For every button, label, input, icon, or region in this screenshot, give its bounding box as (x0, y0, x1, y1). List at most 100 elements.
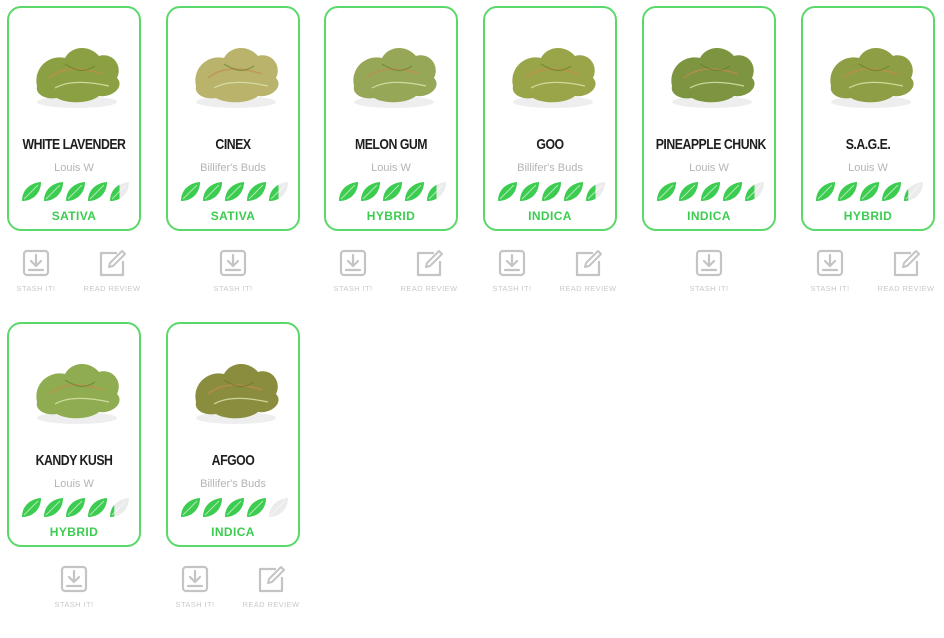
rating (497, 181, 607, 203)
strain-type-label: HYBRID (843, 209, 893, 223)
rating-leaf-icon (44, 498, 63, 517)
rating-leaf-icon (745, 182, 764, 201)
rating-leaves (498, 182, 605, 201)
rating-leaf-icon (225, 182, 244, 201)
stash-it-label: STASH IT! (175, 600, 215, 609)
read-review-label: READ REVIEW (242, 600, 300, 609)
grower-name: Louis W (689, 162, 729, 174)
rating-leaf-icon (520, 182, 539, 201)
rating (338, 181, 448, 203)
strain-name: MELON GUM (354, 136, 428, 153)
rating (656, 181, 766, 203)
rating-leaf-icon (247, 182, 266, 201)
rating-leaf-icon (904, 182, 923, 201)
read-review-button[interactable]: READ REVIEW (235, 565, 307, 609)
bud-image (512, 47, 596, 108)
rating-leaf-icon (860, 182, 879, 201)
bud-photo (9, 324, 143, 439)
edit-review-icon (575, 250, 602, 277)
strain-name: KANDY KUSH (35, 452, 113, 469)
stash-download-icon (219, 249, 247, 277)
rating-leaf-icon (44, 182, 63, 201)
rating-leaf-icon (247, 498, 266, 517)
read-review-button[interactable]: READ REVIEW (870, 249, 942, 293)
rating-leaf-icon (679, 182, 698, 201)
rating-leaf-icon (657, 182, 676, 201)
stash-it-button[interactable]: STASH IT! (197, 249, 269, 293)
strain-card[interactable]: PINEAPPLE CHUNK Louis W INDICA (642, 6, 776, 231)
rating-leaf-icon (723, 182, 742, 201)
stash-it-button[interactable]: STASH IT! (476, 249, 548, 293)
stash-download-icon (816, 249, 844, 277)
stash-download-icon (22, 249, 50, 277)
strain-name: GOO (536, 136, 564, 153)
stash-it-label: STASH IT! (16, 284, 56, 293)
rating-leaf-icon (701, 182, 720, 201)
rating-leaf-icon (88, 182, 107, 201)
stash-it-button[interactable]: STASH IT! (159, 565, 231, 609)
rating-leaves (22, 182, 129, 201)
strain-card[interactable]: WHITE LAVENDER Louis W SATIVA (7, 6, 141, 231)
strain-card[interactable]: MELON GUM Louis W HYBRID (324, 6, 458, 231)
read-review-label: READ REVIEW (83, 284, 141, 293)
strain-type-label: INDICA (687, 209, 731, 223)
rating (21, 181, 131, 203)
read-review-button[interactable]: READ REVIEW (393, 249, 465, 293)
strain-type-label: HYBRID (49, 525, 99, 539)
read-review-label: READ REVIEW (877, 284, 935, 293)
rating-leaf-icon (203, 498, 222, 517)
bud-image (830, 47, 914, 108)
strain-card[interactable]: CINEX Billifer's Buds SATIVA (166, 6, 300, 231)
rating-leaf-icon (405, 182, 424, 201)
grower-name: Louis W (848, 162, 888, 174)
stash-it-label: STASH IT! (213, 284, 253, 293)
rating (21, 497, 131, 519)
stash-it-button[interactable]: STASH IT! (794, 249, 866, 293)
bud-image (195, 47, 279, 108)
rating (180, 181, 290, 203)
rating (180, 497, 290, 519)
stash-it-label: STASH IT! (810, 284, 850, 293)
read-review-button[interactable]: READ REVIEW (552, 249, 624, 293)
strain-type-label: INDICA (211, 525, 255, 539)
bud-photo (168, 324, 302, 439)
rating-leaf-icon (361, 182, 380, 201)
strain-type-label: SATIVA (210, 209, 256, 223)
stash-download-icon (181, 565, 209, 593)
rating-leaves (181, 182, 288, 201)
rating-leaf-icon (542, 182, 561, 201)
rating-leaf-icon (22, 498, 41, 517)
strain-card[interactable]: S.A.G.E. Louis W HYBRID (801, 6, 935, 231)
edit-review-icon (893, 250, 920, 277)
stash-it-button[interactable]: STASH IT! (317, 249, 389, 293)
rating-leaf-icon (88, 498, 107, 517)
strain-name: AFGOO (211, 452, 255, 469)
stash-it-label: STASH IT! (689, 284, 729, 293)
rating-leaf-icon (498, 182, 517, 201)
grower-name: Louis W (54, 478, 94, 490)
stash-download-icon (339, 249, 367, 277)
bud-photo (485, 8, 619, 123)
strain-card[interactable]: GOO Billifer's Buds INDICA (483, 6, 617, 231)
rating-leaves (339, 182, 446, 201)
strain-card[interactable]: AFGOO Billifer's Buds INDICA (166, 322, 300, 547)
stash-it-button[interactable]: STASH IT! (38, 565, 110, 609)
bud-image (36, 363, 120, 424)
stash-it-button[interactable]: STASH IT! (0, 249, 72, 293)
rating-leaf-icon (269, 498, 288, 517)
rating-leaf-icon (203, 182, 222, 201)
read-review-button[interactable]: READ REVIEW (76, 249, 148, 293)
strain-name: CINEX (215, 136, 251, 153)
rating-leaf-icon (838, 182, 857, 201)
rating-leaf-icon (427, 182, 446, 201)
strain-card[interactable]: KANDY KUSH Louis W HYBRID (7, 322, 141, 547)
grower-name: Billifer's Buds (200, 162, 266, 174)
stash-it-label: STASH IT! (54, 600, 94, 609)
stash-it-button[interactable]: STASH IT! (673, 249, 745, 293)
strain-name: PINEAPPLE CHUNK (655, 136, 767, 153)
strain-name: S.A.G.E. (845, 136, 891, 153)
stash-download-icon (695, 249, 723, 277)
rating-leaf-icon (110, 498, 129, 517)
bud-photo (326, 8, 460, 123)
read-review-label: READ REVIEW (400, 284, 458, 293)
